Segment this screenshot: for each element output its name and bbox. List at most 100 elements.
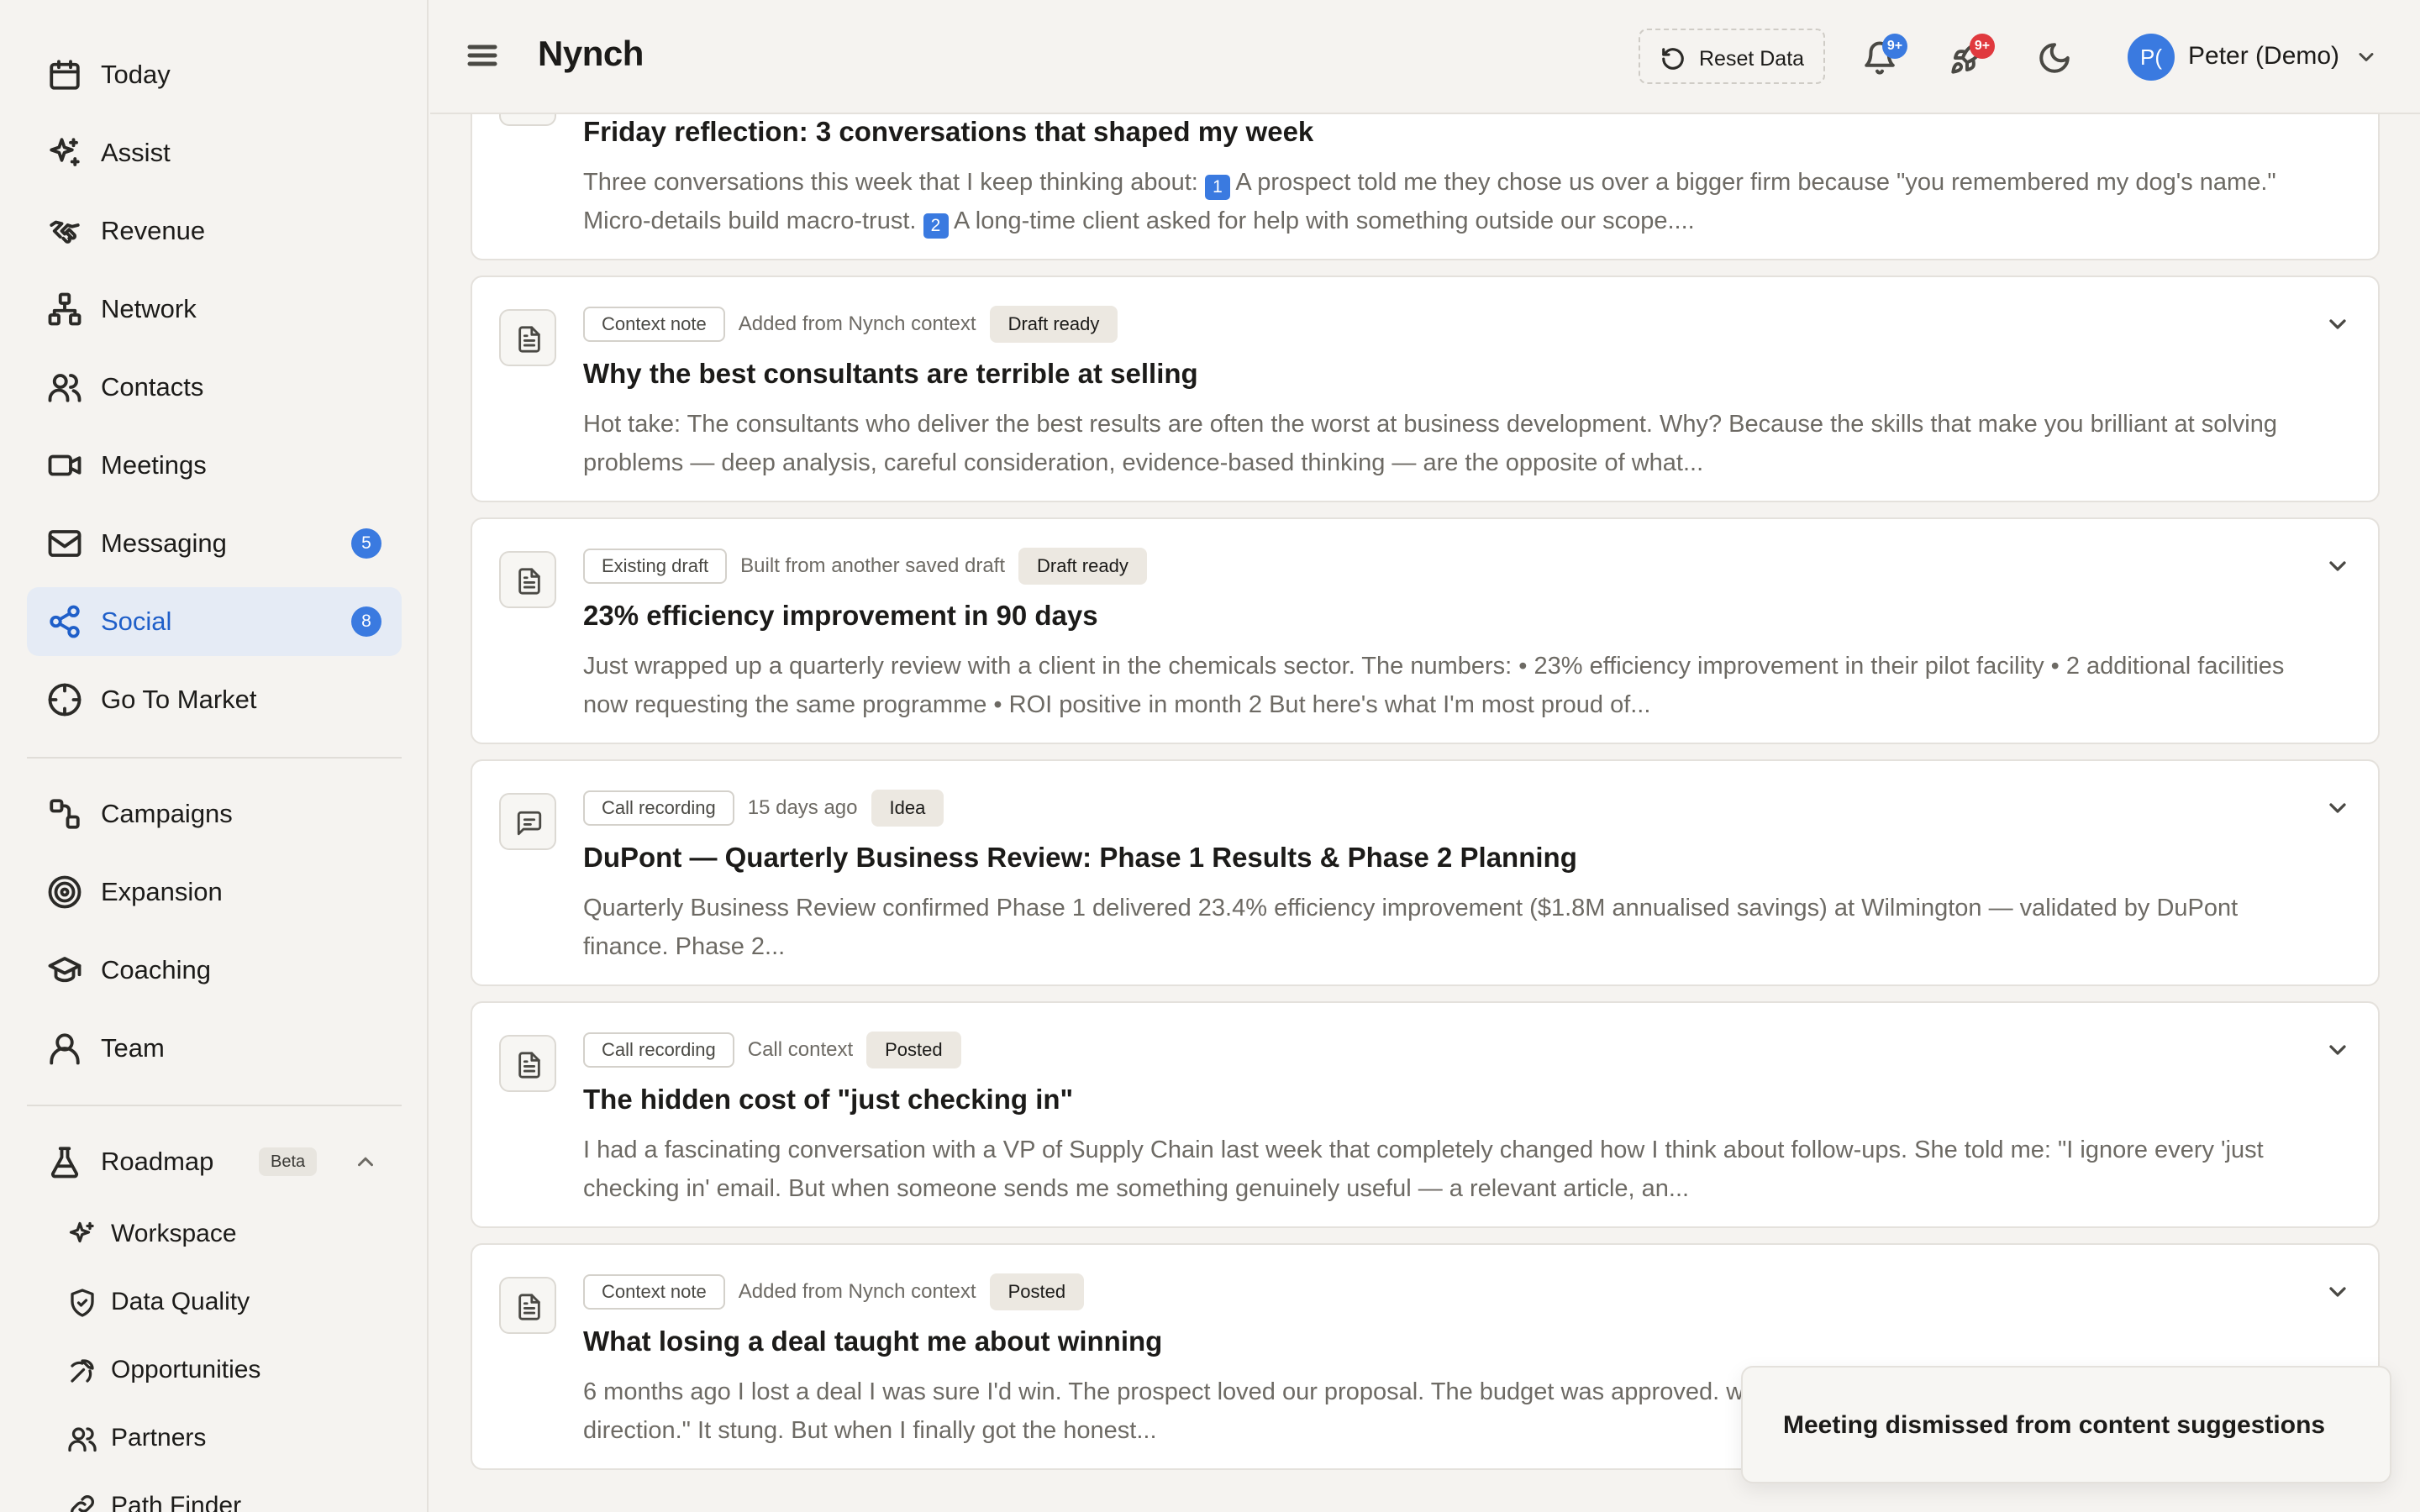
- reset-data-button[interactable]: Reset Data: [1639, 29, 1825, 84]
- calendar-icon: [47, 57, 82, 92]
- sidebar-item-go-to-market[interactable]: Go To Market: [27, 665, 402, 734]
- sidebar-item-assist[interactable]: Assist: [27, 118, 402, 187]
- chevron-down-icon[interactable]: [2324, 1037, 2351, 1063]
- theme-toggle-button[interactable]: [2037, 40, 2072, 76]
- content-card[interactable]: Existing draft Built from another saved …: [471, 517, 2380, 744]
- flask-icon: [47, 1144, 82, 1179]
- sidebar-item-label: Revenue: [101, 216, 206, 245]
- users-icon: [67, 1424, 97, 1454]
- unread-count-badge: 8: [351, 606, 381, 637]
- rocket-icon: [1949, 41, 1985, 79]
- unread-count-badge: 5: [351, 528, 381, 559]
- sidebar-item-roadmap[interactable]: Roadmap Beta: [27, 1127, 402, 1196]
- status-badge: Draft ready: [989, 306, 1118, 343]
- sidebar-divider: [27, 757, 402, 759]
- content-meta: Existing draft Built from another saved …: [583, 548, 1147, 585]
- source-chip: Existing draft: [583, 549, 728, 584]
- sidebar-item-meetings[interactable]: Meetings: [27, 431, 402, 500]
- sparkles-icon: [67, 1220, 97, 1250]
- source-context: 15 days ago: [747, 796, 858, 819]
- status-badge: Idea: [871, 790, 944, 827]
- chevron-down-icon[interactable]: [2354, 45, 2378, 69]
- sidebar-subitem-data-quality[interactable]: Data Quality: [50, 1273, 402, 1333]
- source-chip: Call recording: [583, 790, 734, 826]
- sidebar-subitem-label: Path Finder: [111, 1492, 242, 1512]
- activity-button[interactable]: 9+: [1949, 34, 1995, 79]
- menu-icon[interactable]: [466, 39, 499, 72]
- sidebar-item-label: Campaigns: [101, 799, 233, 828]
- document-icon: [499, 551, 556, 608]
- chevron-down-icon[interactable]: [2324, 1278, 2351, 1305]
- link-icon: [67, 1492, 97, 1512]
- sidebar-item-label: Coaching: [101, 955, 211, 984]
- chevron-down-icon[interactable]: [2324, 311, 2351, 338]
- status-badge: Posted: [989, 1273, 1085, 1310]
- content-excerpt: Hot take: The consultants who deliver th…: [583, 411, 2278, 476]
- sidebar-item-team[interactable]: Team: [27, 1014, 402, 1083]
- sidebar-item-revenue[interactable]: Revenue: [27, 197, 402, 265]
- chevron-up-icon[interactable]: [353, 1149, 378, 1174]
- sidebar-item-label: Network: [101, 294, 197, 323]
- toast-notification: Meeting dismissed from content suggestio…: [1741, 1366, 2391, 1483]
- excerpt-text: Three conversations this week that I kee…: [583, 169, 1205, 196]
- user-name[interactable]: Peter (Demo): [2188, 42, 2339, 71]
- sidebar-item-coaching[interactable]: Coaching: [27, 936, 402, 1005]
- bell-icon: [1862, 41, 1897, 79]
- content-meta: Call recording 15 days ago Idea: [583, 790, 944, 827]
- content-meta: Context note Added from Nynch context Dr…: [583, 306, 1118, 343]
- sidebar-item-expansion[interactable]: Expansion: [27, 858, 402, 927]
- sidebar-subitem-workspace[interactable]: Workspace: [50, 1205, 402, 1265]
- sidebar-item-label: Messaging: [101, 528, 227, 558]
- avatar[interactable]: P(: [2128, 34, 2175, 81]
- rotate-ccw-icon: [1660, 46, 1686, 71]
- document-icon: [499, 1277, 556, 1334]
- content-title: The hidden cost of "just checking in": [583, 1084, 1074, 1115]
- route-icon: [47, 796, 82, 832]
- sidebar-subitem-label: Partners: [111, 1424, 207, 1452]
- content-excerpt: Just wrapped up a quarterly review with …: [583, 653, 2285, 718]
- source-context: Built from another saved draft: [740, 554, 1005, 577]
- graduation-cap-icon: [47, 953, 82, 988]
- sidebar-item-label: Expansion: [101, 877, 223, 906]
- content-title: 23% efficiency improvement in 90 days: [583, 600, 1098, 631]
- content-title: What losing a deal taught me about winni…: [583, 1326, 1163, 1357]
- sidebar-item-label: Team: [101, 1033, 165, 1063]
- source-context: Call context: [747, 1038, 854, 1061]
- content-card[interactable]: Context note Added from Nynch context Dr…: [471, 276, 2380, 502]
- top-header: Nynch Reset Data 9+ 9+ P( Peter (Demo): [430, 0, 2420, 114]
- document-icon: [499, 309, 556, 366]
- user-icon: [47, 1031, 82, 1066]
- sidebar-subitem-path-finder[interactable]: Path Finder: [50, 1477, 402, 1512]
- sidebar-subitem-label: Data Quality: [111, 1288, 250, 1315]
- content-card[interactable]: Call recording Call context Posted The h…: [471, 1001, 2380, 1228]
- sidebar-item-label: Go To Market: [101, 685, 257, 714]
- sidebar-subitem-opportunities[interactable]: Opportunities: [50, 1341, 402, 1401]
- chevron-down-icon[interactable]: [2324, 795, 2351, 822]
- content-excerpt: Three conversations this week that I kee…: [583, 163, 2314, 240]
- sidebar-item-today[interactable]: Today: [27, 40, 402, 109]
- sidebar-item-network[interactable]: Network: [27, 275, 402, 344]
- target-icon: [47, 874, 82, 910]
- content-meta: Call recording Call context Posted: [583, 1032, 961, 1068]
- sidebar-item-label: Roadmap: [101, 1147, 214, 1176]
- sidebar-subitem-partners[interactable]: Partners: [50, 1409, 402, 1469]
- beta-badge: Beta: [259, 1147, 318, 1176]
- sidebar-item-messaging[interactable]: Messaging 5: [27, 509, 402, 578]
- keycap-2-emoji: 2: [923, 213, 949, 239]
- sidebar-item-label: Meetings: [101, 450, 207, 480]
- content-excerpt: I had a fascinating conversation with a …: [583, 1137, 2264, 1202]
- content-title: Friday reflection: 3 conversations that …: [583, 116, 1314, 147]
- notifications-button[interactable]: 9+: [1862, 34, 1907, 79]
- sidebar-item-contacts[interactable]: Contacts: [27, 353, 402, 422]
- content-excerpt: Quarterly Business Review confirmed Phas…: [583, 895, 2238, 960]
- sidebar-item-social[interactable]: Social 8: [27, 587, 402, 656]
- social-content-feed: Friday reflection: 3 conversations that …: [430, 0, 2420, 1512]
- handshake-icon: [47, 213, 82, 249]
- app-title: Nynch: [538, 34, 644, 73]
- chevron-down-icon[interactable]: [2324, 553, 2351, 580]
- sidebar-item-campaigns[interactable]: Campaigns: [27, 780, 402, 848]
- source-chip: Call recording: [583, 1032, 734, 1068]
- sidebar-item-label: Today: [101, 60, 171, 89]
- content-card[interactable]: Call recording 15 days ago Idea DuPont —…: [471, 759, 2380, 986]
- sidebar-item-label: Assist: [101, 138, 171, 167]
